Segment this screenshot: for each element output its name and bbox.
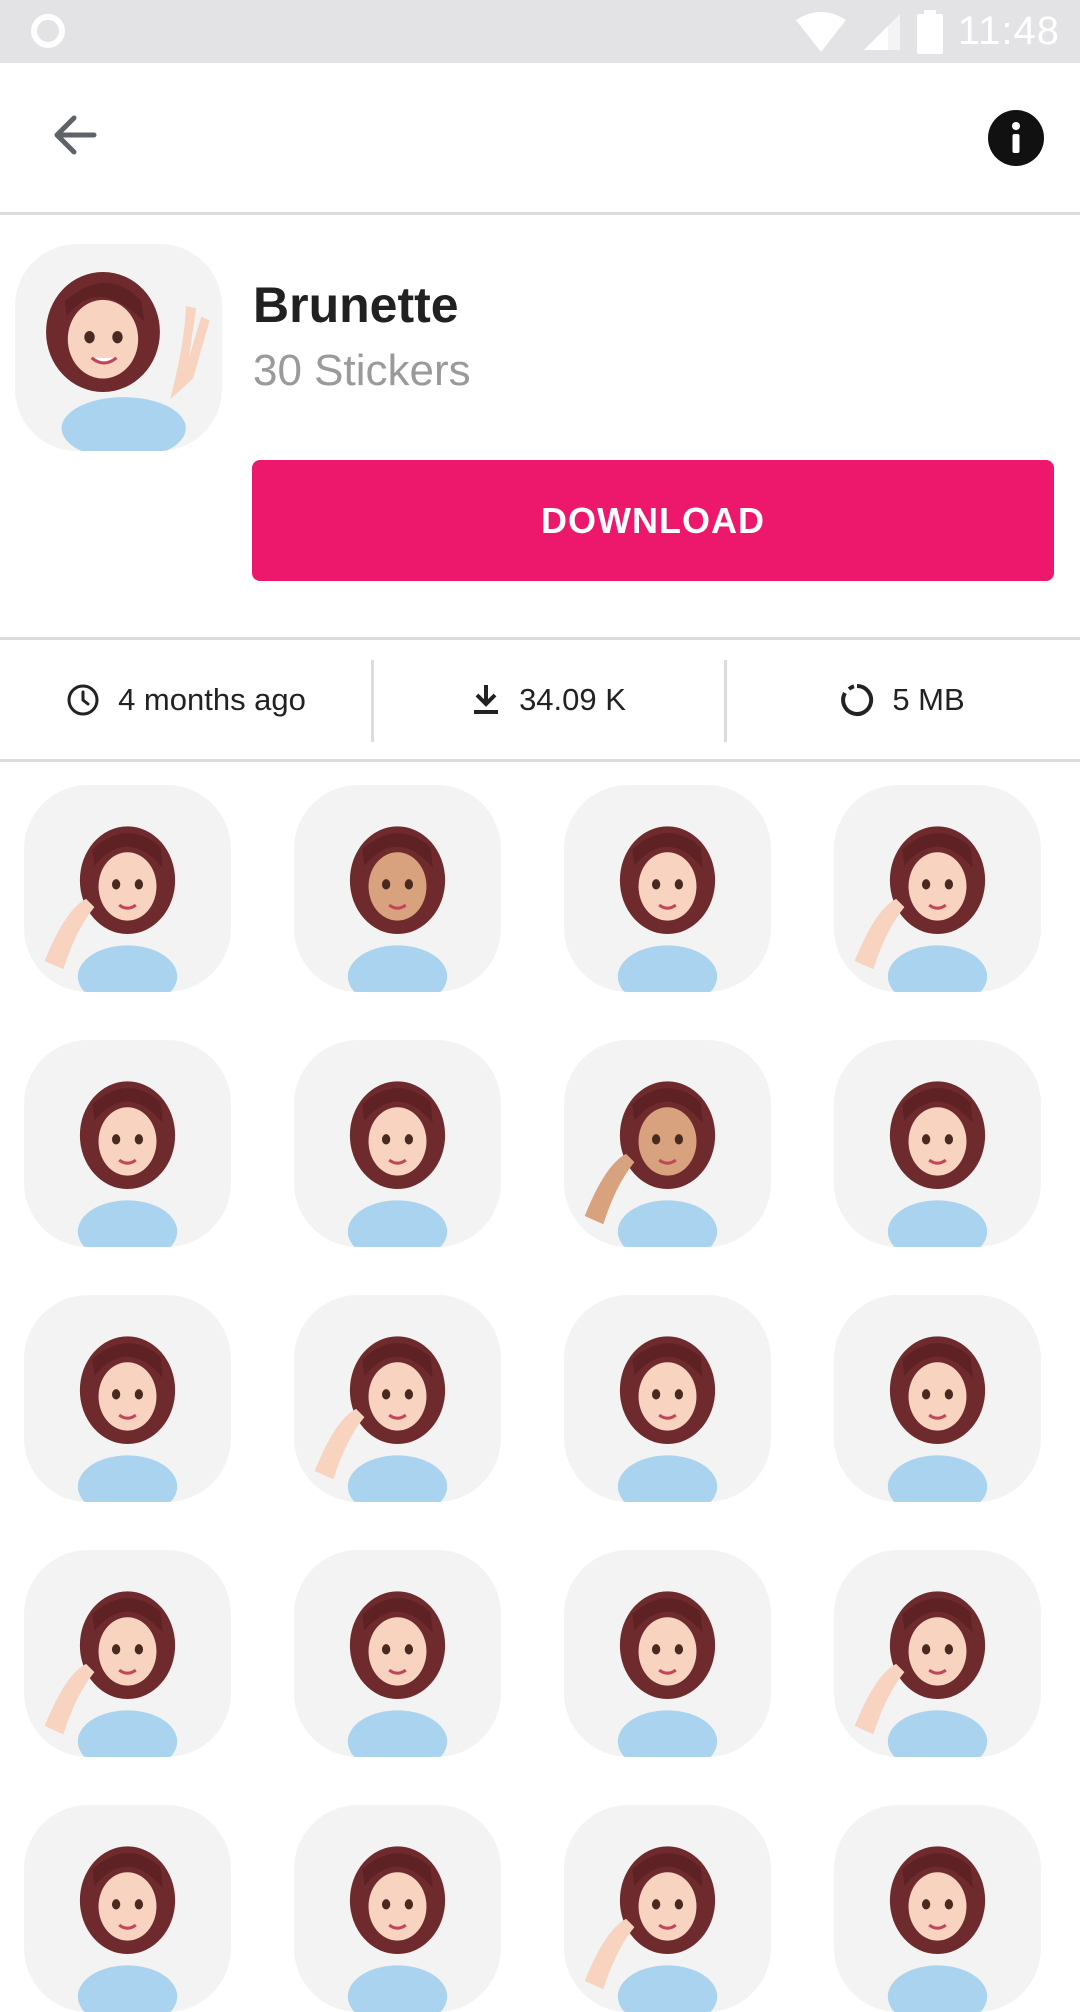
- pack-title: Brunette: [253, 277, 459, 333]
- sticker-image: [44, 826, 178, 992]
- download-button[interactable]: DOWNLOAD: [252, 460, 1054, 581]
- sticker-pointing[interactable]: [24, 1295, 231, 1502]
- sticker-peace-sign[interactable]: [24, 785, 231, 992]
- clock-icon: [67, 684, 99, 715]
- stat-size: 5 MB: [725, 640, 1080, 759]
- sticker-thumbs-up[interactable]: [294, 785, 501, 992]
- sticker-image: [617, 826, 718, 992]
- sticker-touch-face[interactable]: [564, 1550, 771, 1757]
- sticker-neutral[interactable]: [564, 1805, 771, 2012]
- size-label: 5 MB: [892, 681, 965, 717]
- sticker-hand-on-head[interactable]: [24, 1040, 231, 1247]
- sticker-worried[interactable]: [294, 1550, 501, 1757]
- wifi-icon: [795, 11, 846, 52]
- sticker-hat[interactable]: [294, 1295, 501, 1502]
- pack-icon: [15, 244, 222, 451]
- sticker-wave[interactable]: [564, 785, 771, 992]
- sticker-image: [887, 1336, 988, 1502]
- back-button[interactable]: [40, 100, 110, 170]
- download-icon: [474, 684, 499, 714]
- sticker-covering-ears[interactable]: [294, 1805, 501, 2012]
- sticker-image: [887, 1846, 988, 2012]
- status-time: 11:48: [957, 9, 1060, 53]
- arrow-left-icon: [54, 115, 97, 155]
- notification-icon: [31, 14, 65, 48]
- sticker-chin-hands[interactable]: [834, 1040, 1041, 1247]
- signal-icon: [863, 13, 900, 50]
- sticker-image: [314, 1336, 448, 1502]
- sticker-hands-together[interactable]: [294, 1040, 501, 1247]
- app-bar-divider: [0, 212, 1080, 215]
- updated-label: 4 months ago: [118, 681, 306, 717]
- sticker-chin-rest[interactable]: [564, 1040, 771, 1247]
- sticker-count: 30 Stickers: [253, 346, 471, 395]
- sticker-image: [347, 1081, 448, 1247]
- info-button[interactable]: [988, 110, 1044, 166]
- sticker-image: [584, 1081, 718, 1247]
- sticker-sad[interactable]: [24, 1550, 231, 1757]
- info-icon: [1012, 122, 1020, 153]
- status-bar: 11:48: [0, 0, 1080, 63]
- sticker-image: [617, 1336, 718, 1502]
- sticker-image: [347, 1846, 448, 2012]
- sticker-looking-up[interactable]: [834, 1550, 1041, 1757]
- stat-updated: 4 months ago: [0, 640, 372, 759]
- stats-row: 4 months ago 34.09 K 5 MB: [0, 640, 1080, 759]
- sticker-image: [854, 1591, 988, 1757]
- pack-avatar-image: [46, 271, 210, 451]
- sticker-image: [347, 826, 448, 992]
- size-icon: [841, 683, 874, 716]
- app-bar: [0, 63, 1080, 213]
- sticker-pointing-left[interactable]: [24, 1805, 231, 2012]
- sticker-image: [854, 826, 988, 992]
- sticker-image: [77, 1336, 178, 1502]
- stat-downloads: 34.09 K: [372, 640, 725, 759]
- downloads-label: 34.09 K: [519, 681, 626, 717]
- sticker-image: [887, 1081, 988, 1247]
- sticker-frown[interactable]: [834, 1805, 1041, 2012]
- battery-icon: [916, 9, 943, 54]
- sticker-image: [347, 1591, 448, 1757]
- sticker-image: [44, 1591, 178, 1757]
- sticker-image: [77, 1081, 178, 1247]
- stats-divider-bottom: [0, 759, 1080, 762]
- sticker-thinking[interactable]: [564, 1295, 771, 1502]
- sticker-cheeks[interactable]: [834, 785, 1041, 992]
- sticker-smile[interactable]: [834, 1295, 1041, 1502]
- sticker-image: [77, 1846, 178, 2012]
- sticker-image: [584, 1846, 718, 2012]
- sticker-image: [617, 1591, 718, 1757]
